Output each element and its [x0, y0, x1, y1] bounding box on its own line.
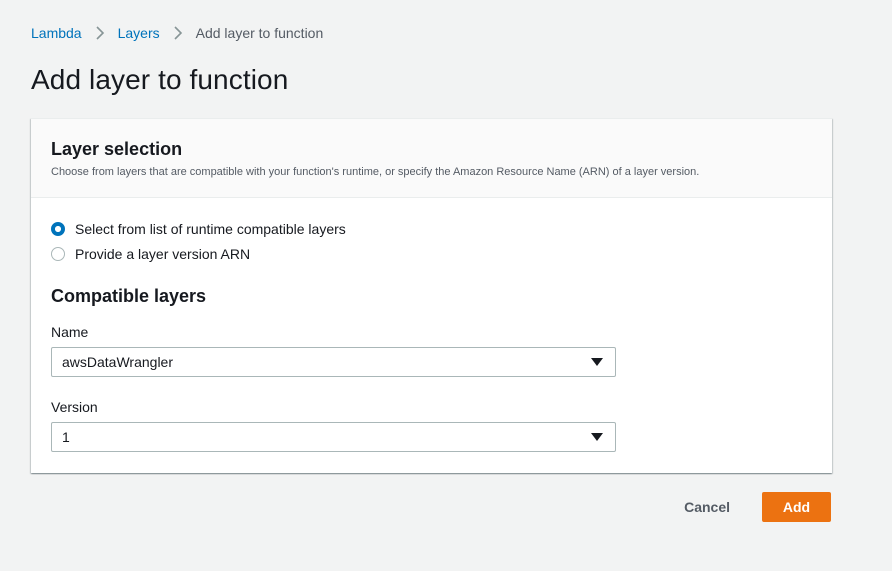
- radio-label: Provide a layer version ARN: [75, 246, 251, 262]
- radio-button-checked[interactable]: [51, 222, 65, 236]
- version-select[interactable]: 1: [51, 422, 616, 452]
- chevron-right-icon: [82, 23, 118, 43]
- panel-header: Layer selection Choose from layers that …: [31, 119, 832, 198]
- radio-option-compatible-layers[interactable]: Select from list of runtime compatible l…: [51, 219, 812, 239]
- breadcrumb-link-layers[interactable]: Layers: [118, 25, 160, 41]
- breadcrumb-link-lambda[interactable]: Lambda: [31, 25, 82, 41]
- version-select-value: 1: [62, 429, 70, 445]
- layer-selection-panel: Layer selection Choose from layers that …: [31, 118, 832, 473]
- radio-label: Select from list of runtime compatible l…: [75, 221, 346, 237]
- cancel-button[interactable]: Cancel: [664, 492, 750, 522]
- breadcrumb: Lambda Layers Add layer to function: [31, 23, 323, 43]
- radio-button-unchecked[interactable]: [51, 247, 65, 261]
- panel-description: Choose from layers that are compatible w…: [51, 166, 700, 178]
- caret-down-icon: [591, 433, 603, 441]
- page-title: Add layer to function: [31, 64, 289, 95]
- form-actions: Cancel Add: [664, 492, 831, 522]
- panel-title: Layer selection: [51, 139, 183, 159]
- panel-body: Select from list of runtime compatible l…: [31, 198, 832, 452]
- caret-down-icon: [591, 358, 603, 366]
- radio-option-layer-arn[interactable]: Provide a layer version ARN: [51, 244, 812, 264]
- name-field-label: Name: [51, 324, 89, 340]
- chevron-right-icon: [160, 23, 196, 43]
- compatible-layers-title: Compatible layers: [51, 286, 207, 306]
- add-button[interactable]: Add: [762, 492, 831, 522]
- version-field-label: Version: [51, 399, 98, 415]
- name-select[interactable]: awsDataWrangler: [51, 347, 616, 377]
- breadcrumb-current: Add layer to function: [195, 25, 324, 41]
- page: Lambda Layers Add layer to function Add …: [0, 0, 892, 571]
- name-select-value: awsDataWrangler: [62, 354, 174, 370]
